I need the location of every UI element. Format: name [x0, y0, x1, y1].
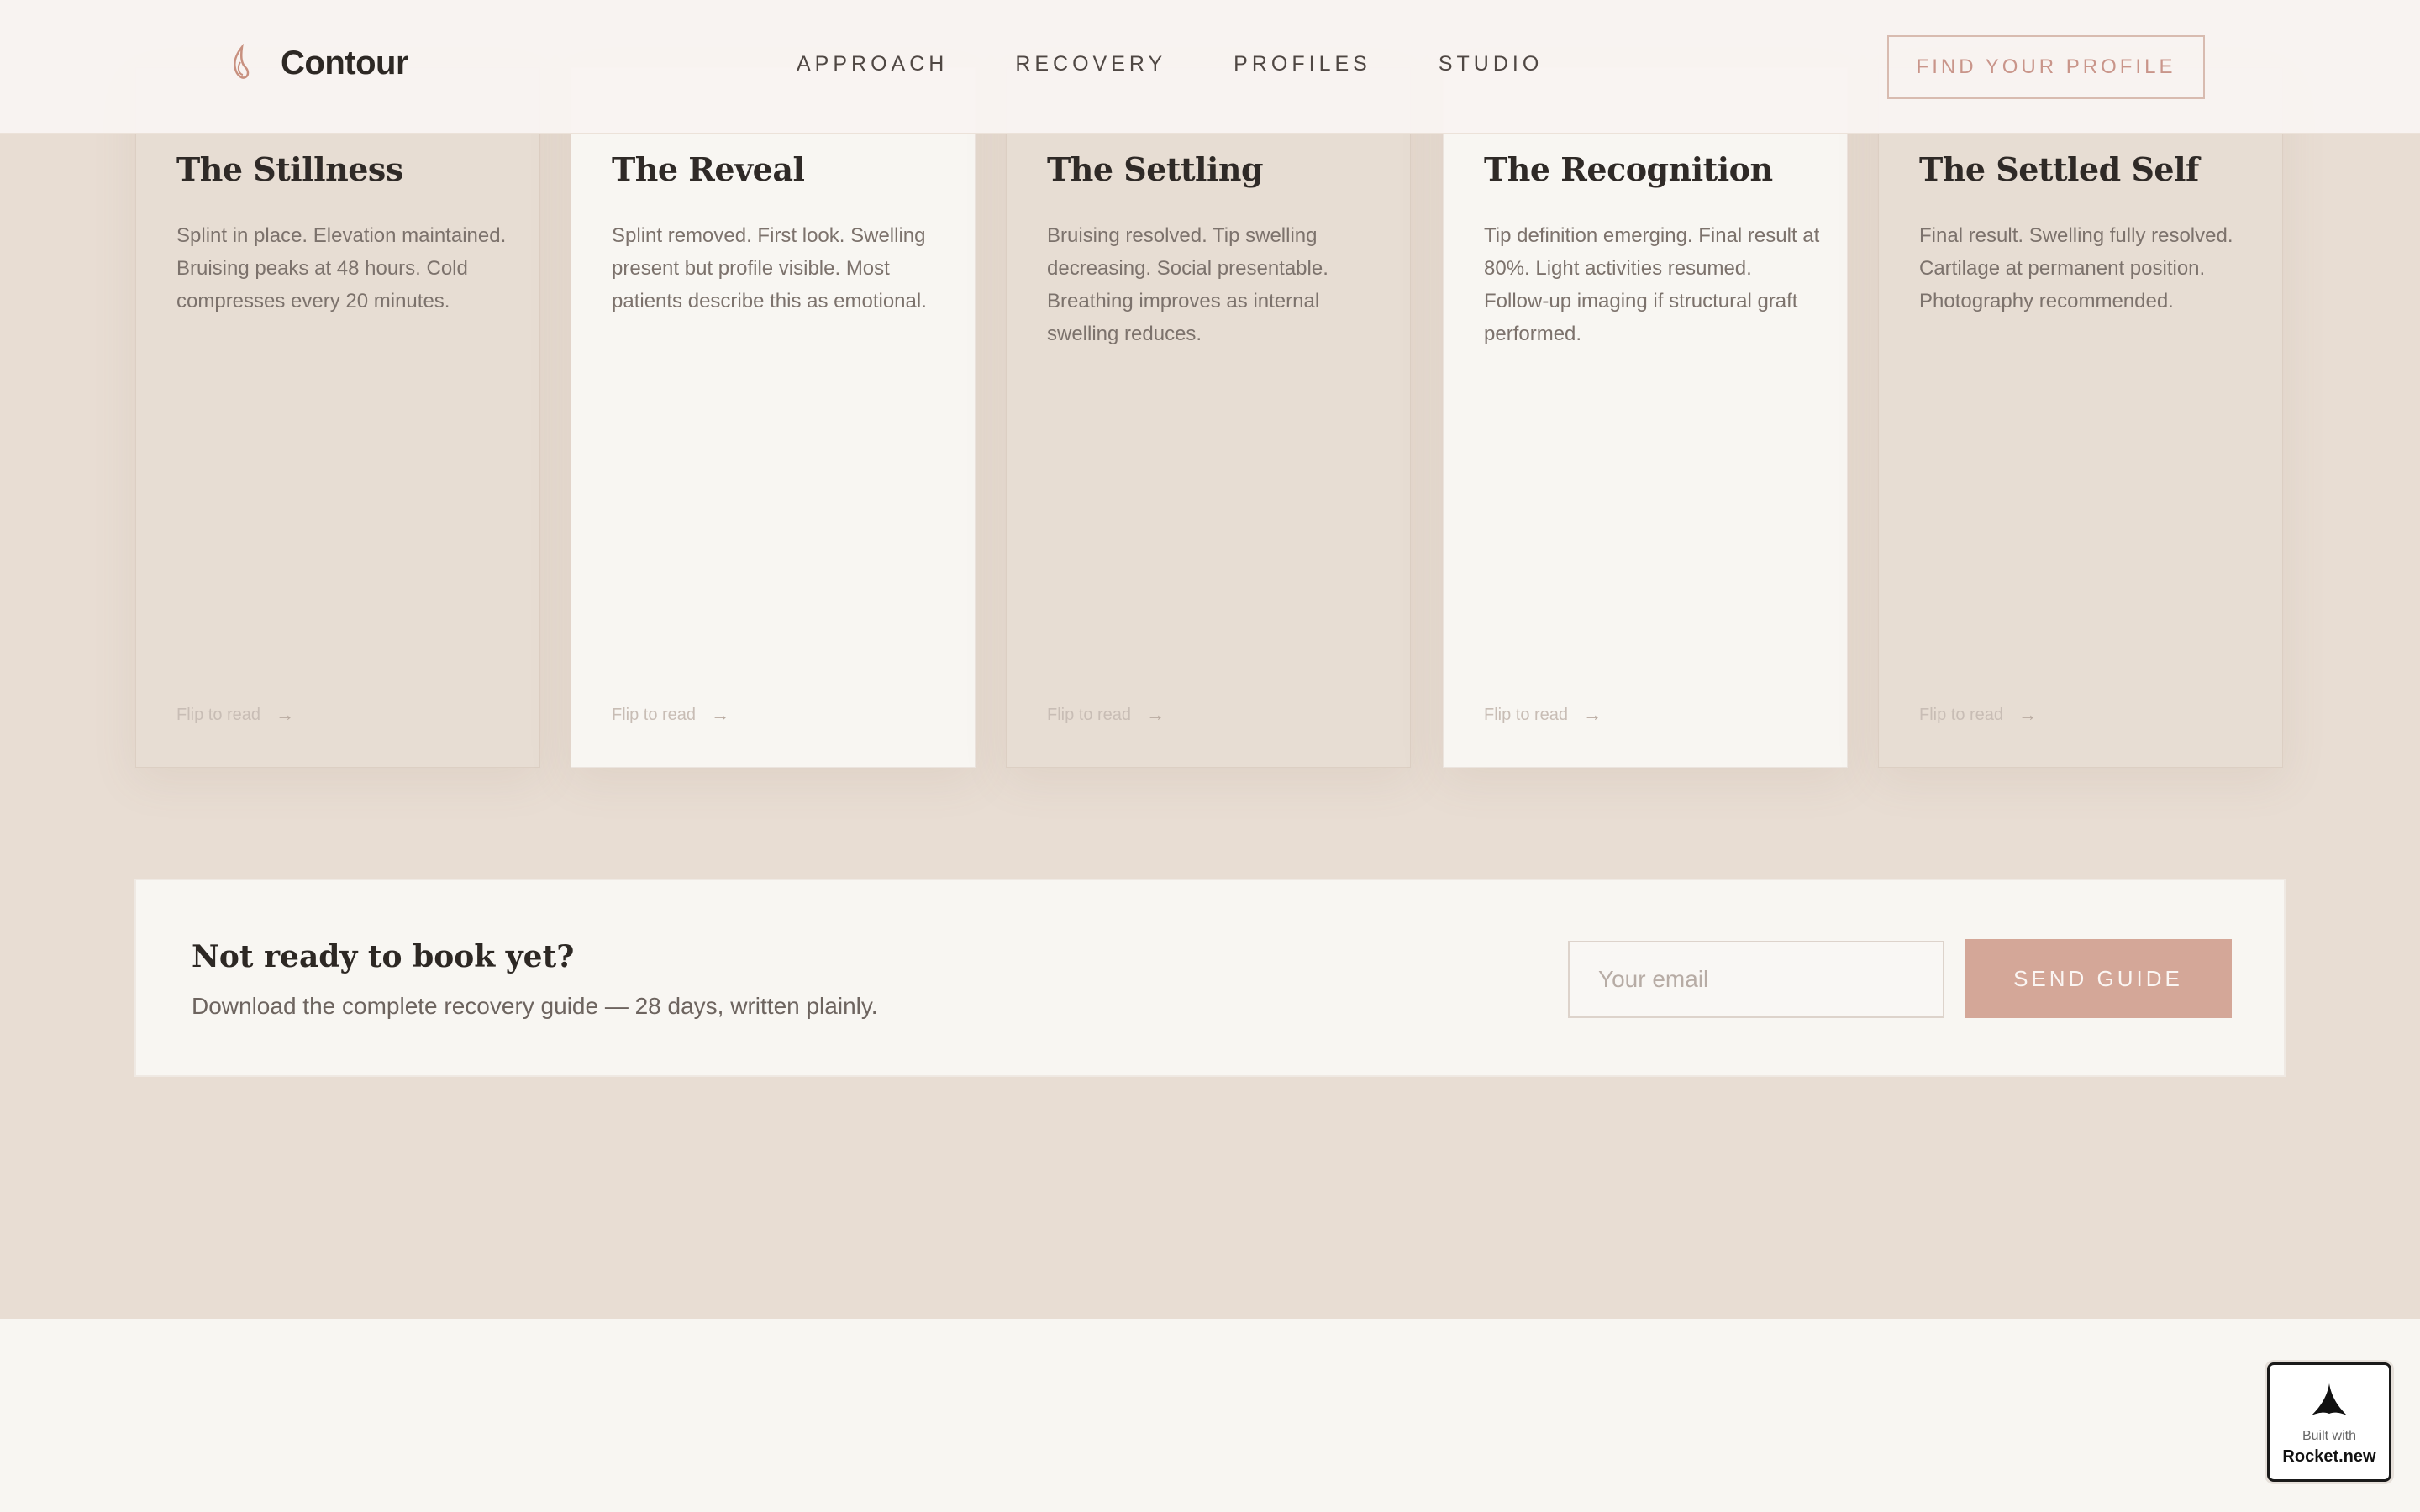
flip-label: Flip to read: [1484, 705, 1569, 724]
recovery-card-stillness[interactable]: The Stillness Splint in place. Elevation…: [135, 67, 540, 768]
nav-studio[interactable]: STUDIO: [1439, 52, 1543, 76]
flip-label: Flip to read: [1047, 705, 1132, 724]
brand-name: Contour: [281, 44, 409, 81]
recovery-card-settling[interactable]: The Settling Bruising resolved. Tip swel…: [1006, 67, 1411, 768]
flip-to-read-link[interactable]: Flip to read →: [176, 704, 294, 726]
logo[interactable]: Contour: [230, 44, 409, 82]
card-description: Final result. Swelling fully resolved. C…: [1919, 224, 2233, 312]
nav-approach[interactable]: APPROACH: [797, 52, 948, 76]
footer-band: [0, 1319, 2420, 1512]
built-with-badge[interactable]: Built with Rocket.new: [2267, 1362, 2391, 1482]
flame-logo-icon: [234, 44, 250, 79]
card-title: The Settled Self: [1919, 150, 2199, 188]
site-header: Contour APPROACH RECOVERY PROFILES STUDI…: [0, 0, 2420, 134]
card-title: The Reveal: [612, 150, 805, 188]
page: Contour APPROACH RECOVERY PROFILES STUDI…: [0, 0, 2420, 1512]
arrow-right-icon: →: [1583, 704, 1602, 725]
send-guide-button[interactable]: SEND GUIDE: [1965, 939, 2232, 1018]
newsletter-title: Not ready to book yet?: [192, 939, 575, 974]
card-description: Bruising resolved. Tip swelling decreasi…: [1047, 224, 1328, 345]
email-input[interactable]: [1568, 941, 1944, 1018]
badge-caption: Built with: [2302, 1429, 2357, 1443]
find-your-profile-button[interactable]: FIND YOUR PROFILE: [1887, 35, 2205, 99]
card-title: The Recognition: [1484, 150, 1773, 188]
flip-to-read-link[interactable]: Flip to read →: [612, 704, 729, 726]
flip-to-read-link[interactable]: Flip to read →: [1484, 704, 1602, 726]
card-title: The Stillness: [176, 150, 403, 188]
flip-to-read-link[interactable]: Flip to read →: [1919, 704, 2037, 726]
flip-label: Flip to read: [612, 705, 697, 724]
recovery-card-settled-self[interactable]: The Settled Self Final result. Swelling …: [1878, 67, 2283, 768]
flip-label: Flip to read: [1919, 705, 2004, 724]
main-nav: APPROACH RECOVERY PROFILES STUDIO: [797, 52, 1543, 76]
card-description: Splint removed. First look. Swelling pre…: [612, 224, 927, 312]
arrow-right-icon: →: [2018, 704, 2038, 725]
arrow-right-icon: →: [711, 704, 730, 725]
nav-recovery[interactable]: RECOVERY: [1015, 52, 1166, 76]
badge-brand: Rocket.new: [2282, 1447, 2376, 1466]
nav-profiles[interactable]: PROFILES: [1234, 52, 1371, 76]
arrow-right-icon: →: [276, 704, 295, 725]
flip-to-read-link[interactable]: Flip to read →: [1047, 704, 1165, 726]
card-description: Splint in place. Elevation maintained. B…: [176, 224, 507, 312]
card-title: The Settling: [1047, 150, 1264, 188]
flip-label: Flip to read: [176, 705, 261, 724]
newsletter-panel: Not ready to book yet? Download the comp…: [134, 879, 2286, 1077]
newsletter-subtitle: Download the complete recovery guide — 2…: [192, 993, 878, 1019]
recovery-card-recognition[interactable]: The Recognition Tip definition emerging.…: [1443, 67, 1848, 768]
arrow-right-icon: →: [1146, 704, 1165, 725]
rocket-logo-icon: [2312, 1383, 2347, 1415]
recovery-card-reveal[interactable]: The Reveal Splint removed. First look. S…: [571, 67, 976, 768]
card-description: Tip definition emerging. Final result at…: [1484, 224, 1820, 345]
